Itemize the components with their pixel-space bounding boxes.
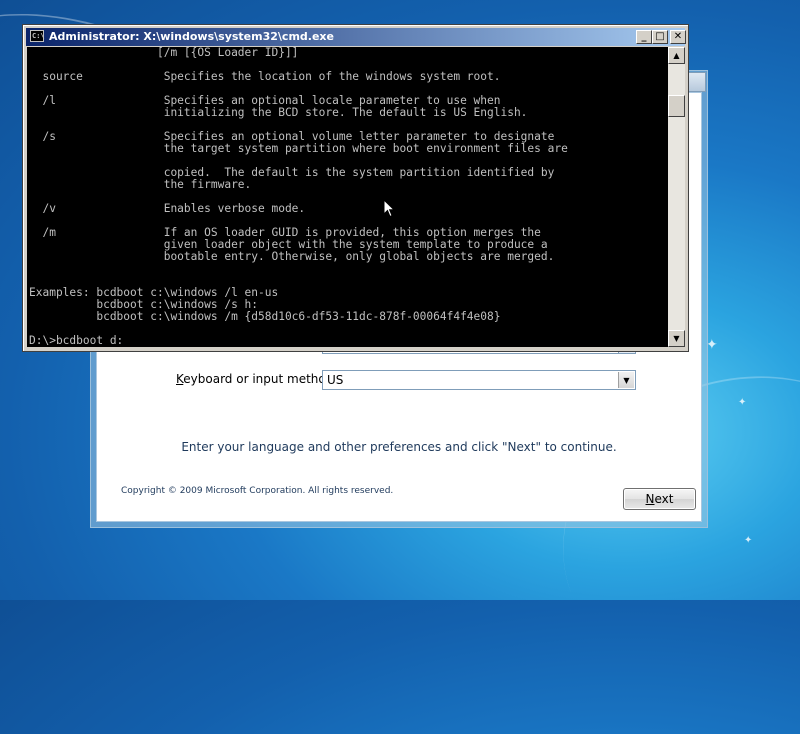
mouse-cursor-icon <box>383 199 395 218</box>
console-output[interactable]: [/m [{OS Loader ID}]] source Specifies t… <box>27 47 668 347</box>
copyright-text: Copyright © 2009 Microsoft Corporation. … <box>121 486 394 496</box>
vertical-scrollbar[interactable]: ▲ ▼ <box>668 47 685 347</box>
cmd-window: C:\ Administrator: X:\windows\system32\c… <box>22 24 689 352</box>
scrollbar-thumb[interactable] <box>668 95 685 117</box>
scroll-down-icon[interactable]: ▼ <box>668 330 685 347</box>
next-button[interactable]: Next <box>623 488 696 510</box>
minimize-button[interactable]: _ <box>636 30 652 44</box>
close-button[interactable]: ✕ <box>670 30 686 44</box>
cmd-titlebar[interactable]: C:\ Administrator: X:\windows\system32\c… <box>26 28 686 46</box>
setup-instruction: Enter your language and other preference… <box>181 440 617 454</box>
maximize-button[interactable]: □ <box>652 30 668 44</box>
keyboard-select[interactable]: US ▼ <box>322 370 636 390</box>
console-icon[interactable]: C:\ <box>30 30 45 42</box>
wallpaper-sparkle-icon: ✦ <box>738 397 747 408</box>
keyboard-select-value: US <box>327 373 344 387</box>
chevron-down-icon[interactable]: ▼ <box>618 372 634 388</box>
scroll-up-icon[interactable]: ▲ <box>668 47 685 64</box>
wallpaper-sparkle-icon: ✦ <box>744 535 753 546</box>
window-title: Administrator: X:\windows\system32\cmd.e… <box>49 30 334 43</box>
console-text: [/m [{OS Loader ID}]] source Specifies t… <box>29 47 568 347</box>
keyboard-label: Keyboard or input method: <box>176 372 338 386</box>
